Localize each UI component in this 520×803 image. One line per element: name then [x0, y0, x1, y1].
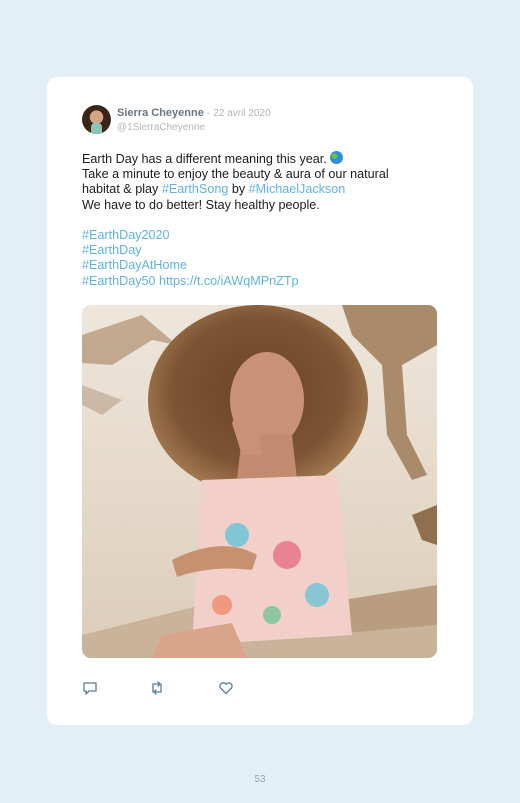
tweet-link[interactable]: https://t.co/iAWqMPnZTp: [159, 274, 299, 288]
page-number: 53: [254, 774, 266, 785]
author-line: Sierra Cheyenne · 22 avril 2020: [117, 107, 271, 119]
hashtag-earthsong[interactable]: #EarthSong: [162, 182, 229, 196]
hashtag-earthdayathome[interactable]: #EarthDayAtHome: [82, 258, 442, 273]
tweet-line-3-pre: habitat & play: [82, 182, 162, 197]
tweet-line-3: habitat & play #EarthSong by #MichaelJac…: [82, 182, 442, 197]
photo-illustration: [82, 305, 437, 658]
tweet-line-1-text: Earth Day has a different meaning this y…: [82, 152, 327, 166]
hashtag-earthday50[interactable]: #EarthDay50: [82, 274, 156, 288]
hashtag-michaeljackson[interactable]: #MichaelJackson: [249, 182, 346, 196]
tweet-line-1: Earth Day has a different meaning this y…: [82, 151, 442, 167]
author-name[interactable]: Sierra Cheyenne: [117, 107, 204, 119]
tweet-line-3-mid: by: [228, 182, 249, 197]
tweet-actions: [82, 680, 282, 696]
like-icon[interactable]: [218, 680, 234, 696]
tweet-text: Earth Day has a different meaning this y…: [82, 151, 442, 289]
retweet-icon[interactable]: [149, 680, 165, 696]
avatar[interactable]: [82, 105, 111, 134]
author-handle[interactable]: @1SierraCheyenne: [117, 122, 205, 133]
tweet-card: Sierra Cheyenne · 22 avril 2020 @1Sierra…: [47, 77, 473, 725]
tweet-line-last: #EarthDay50 https://t.co/iAWqMPnZTp: [82, 274, 442, 289]
tweet-line-4: We have to do better! Stay healthy peopl…: [82, 197, 320, 212]
tweet-line-2: Take a minute to enjoy the beauty & aura…: [82, 167, 389, 182]
meta-separator: ·: [206, 108, 211, 119]
globe-icon: [329, 151, 343, 164]
hashtag-earthday[interactable]: #EarthDay: [82, 243, 442, 258]
reply-icon[interactable]: [82, 680, 98, 696]
tweet-date[interactable]: 22 avril 2020: [213, 108, 270, 119]
tweet-photo[interactable]: [82, 305, 437, 658]
hashtag-earthday2020[interactable]: #EarthDay2020: [82, 228, 442, 243]
